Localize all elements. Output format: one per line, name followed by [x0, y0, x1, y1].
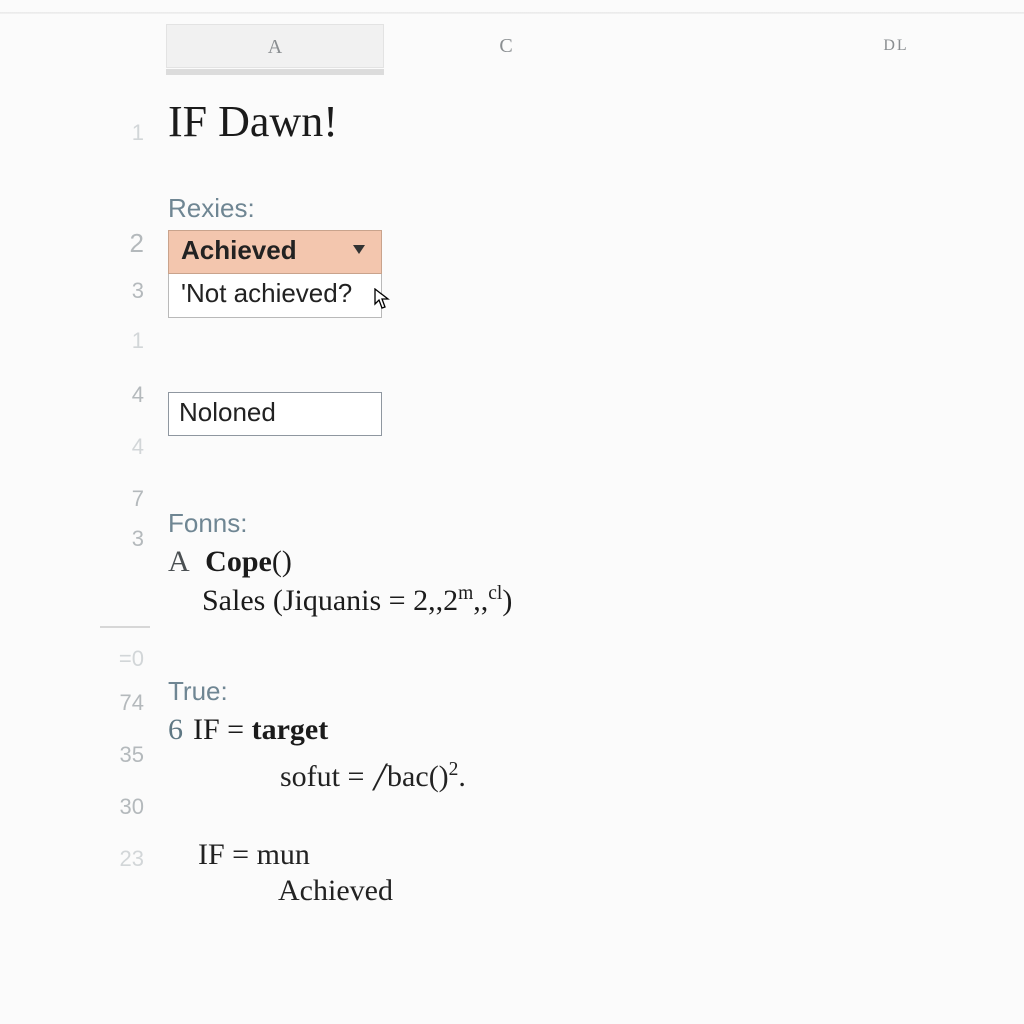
slash-icon: / [374, 754, 385, 799]
fonns-parens: () [272, 545, 292, 578]
true-line2-parens: () [429, 760, 449, 793]
fonns-label: Fonns: [168, 508, 984, 539]
worksheet-stage: IF Dawn! Rexies: Achieved 'Not achieved?… [168, 90, 984, 1024]
fonns-line2-mid: ,, [473, 584, 488, 617]
rexies-label: Rexies: [168, 193, 984, 224]
dropdown-option-label: 'Not achieved? [181, 278, 352, 308]
row-num[interactable]: 1 [100, 328, 144, 354]
input-cell-value: Noloned [179, 397, 276, 427]
true-line-4: Achieved [278, 874, 984, 908]
column-header-dl[interactable]: DL [866, 24, 926, 68]
true-line-1: 6 IF = target [168, 713, 984, 747]
column-header-row: A C DL [166, 24, 964, 68]
row-num[interactable]: 4 [100, 434, 144, 460]
page-title: IF Dawn! [168, 96, 984, 147]
fonns-func: Cope [205, 545, 272, 578]
column-header-a-underline [166, 69, 384, 75]
row-num[interactable]: =0 [100, 646, 144, 672]
row-num[interactable]: 35 [100, 742, 144, 768]
column-header-a[interactable]: A [166, 24, 384, 68]
row-num[interactable]: 2 [100, 228, 144, 259]
fonns-line2-sup2: cl [488, 583, 502, 604]
true-line1-a: IF = [193, 713, 252, 746]
row-number-gutter: 1 2 3 1 4 4 7 3 =0 74 35 30 23 [100, 90, 150, 1024]
true-line-2: sofut = /bac()2. [280, 749, 984, 796]
row-num[interactable]: 30 [100, 794, 144, 820]
input-cell-noloned[interactable]: Noloned [168, 392, 382, 436]
chevron-down-icon [353, 245, 365, 254]
row-num[interactable]: 1 [100, 120, 144, 146]
row-num[interactable]: 23 [100, 846, 144, 872]
true-line-3: IF = mun [198, 838, 984, 872]
fonns-line2-a: Sales (Jiquanis = 2,,2 [202, 584, 458, 617]
dropdown-option-cell[interactable]: 'Not achieved? [168, 274, 382, 318]
fonns-line2-end: ) [502, 584, 512, 617]
true-line2-a: sofut = [280, 760, 372, 793]
true-line2-b: bac [387, 760, 429, 793]
row-num[interactable]: 74 [100, 690, 144, 716]
window-top-rule [0, 12, 1024, 14]
column-header-c[interactable]: C [466, 24, 546, 68]
row-num[interactable]: 7 [100, 486, 144, 512]
row-num[interactable]: 3 [100, 278, 144, 304]
true-line2-dot: . [458, 760, 466, 793]
gutter-divider [100, 626, 150, 628]
true-line1-b: target [252, 713, 329, 746]
fonns-line-2: Sales (Jiquanis = 2,,2m,,cl) [202, 583, 984, 618]
fonns-section: Fonns: A Cope() Sales (Jiquanis = 2,,2m,… [168, 508, 984, 618]
true-section: True: 6 IF = target sofut = /bac()2. IF =… [168, 676, 984, 908]
fonns-line-1: A Cope() [168, 545, 984, 579]
fonns-lead: A [168, 545, 190, 578]
true-label: True: [168, 676, 984, 707]
dropdown-selected-value: Achieved [181, 235, 297, 265]
true-line1-num: 6 [168, 713, 183, 746]
row-num[interactable]: 3 [100, 526, 144, 552]
dropdown-cell-selected[interactable]: Achieved [168, 230, 382, 274]
fonns-line2-sup1: m [458, 583, 473, 604]
row-num[interactable]: 4 [100, 382, 144, 408]
true-line2-sup: 2 [449, 759, 459, 780]
